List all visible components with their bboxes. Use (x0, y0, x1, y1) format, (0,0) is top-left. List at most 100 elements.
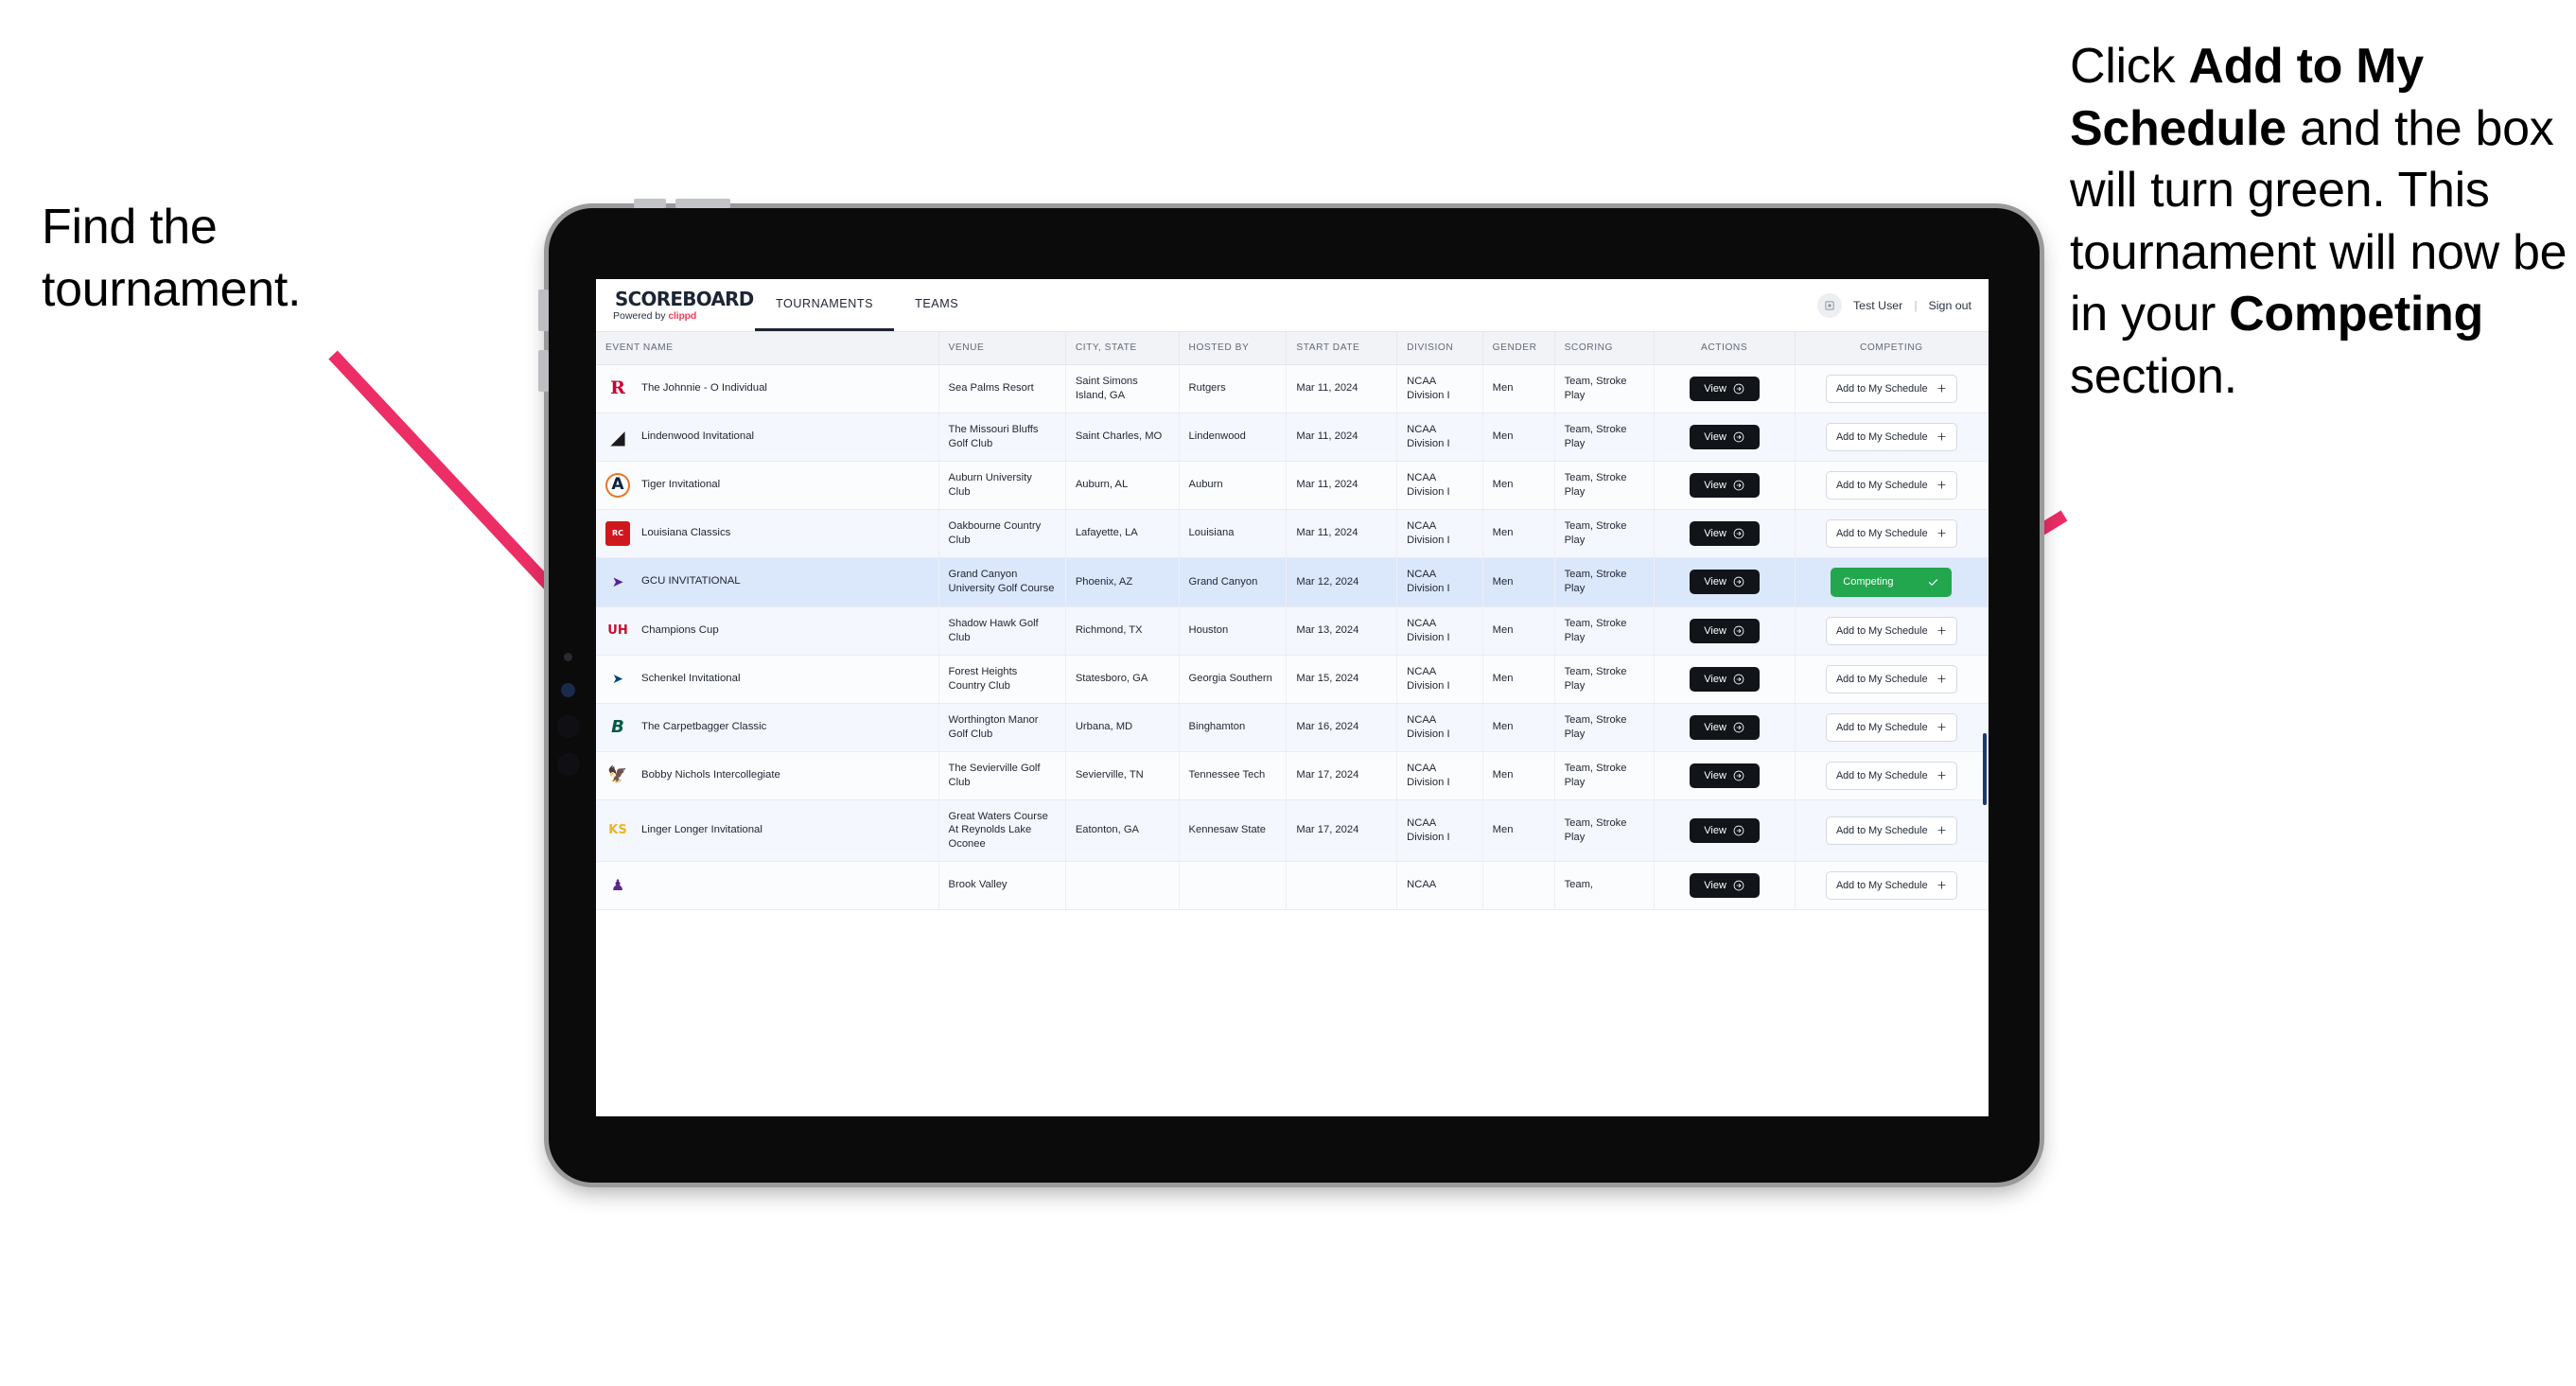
user-name[interactable]: Test User (1853, 299, 1902, 312)
device-speaker-hole-1 (557, 715, 580, 738)
cell-event-name: RC Louisiana Classics (596, 509, 939, 558)
app-screen: SCOREBOARD Powered by clippd TOURNAMENTS… (596, 279, 1989, 1116)
view-button[interactable]: View (1689, 472, 1760, 498)
cell-city-state: Auburn, AL (1065, 461, 1180, 510)
arrow-circle-right-icon (1733, 770, 1744, 781)
table-row[interactable]: ➤ Schenkel Invitational Forest Heights Cou… (596, 655, 1989, 704)
table-row[interactable]: ➤ GCU INVITATIONAL Grand Canyon University… (596, 557, 1989, 607)
cell-division: NCAA (1396, 861, 1483, 910)
table-row[interactable]: UH Champions Cup Shadow Hawk Golf Club Rich… (596, 606, 1989, 656)
view-button[interactable]: View (1689, 763, 1760, 788)
view-button[interactable]: View (1689, 618, 1760, 643)
add-to-my-schedule-button[interactable]: Add to My Schedule (1825, 712, 1957, 742)
event-name-label: The Carpetbagger Classic (641, 720, 767, 732)
view-button[interactable]: View (1689, 376, 1760, 401)
cell-venue: Sea Palms Resort (938, 364, 1066, 413)
arrow-circle-right-icon (1733, 528, 1744, 538)
cell-venue: Shadow Hawk Golf Club (938, 606, 1066, 656)
view-button[interactable]: View (1689, 424, 1760, 449)
view-button[interactable]: View (1689, 570, 1760, 594)
event-name-label: GCU INVITATIONAL (641, 575, 741, 588)
event-name-label: Linger Longer Invitational (641, 824, 762, 836)
cell-venue: The Sevierville Golf Club (938, 751, 1066, 800)
add-to-my-schedule-button[interactable]: Add to My Schedule (1825, 664, 1957, 693)
cell-venue: Great Waters Course At Reynolds Lake Oco… (938, 799, 1066, 862)
view-button-label: View (1704, 769, 1726, 781)
cell-scoring: Team, Stroke Play (1554, 412, 1655, 462)
cell-gender: Men (1482, 606, 1555, 656)
table-row[interactable]: KS Linger Longer Invitational Great Waters… (596, 799, 1989, 862)
user-separator: | (1914, 298, 1918, 312)
cell-event-name: R The Johnnie - O Individual (596, 364, 939, 413)
view-button[interactable]: View (1689, 817, 1760, 843)
view-button-label: View (1704, 430, 1726, 443)
add-to-my-schedule-button[interactable]: Add to My Schedule (1825, 422, 1957, 451)
add-to-my-schedule-button[interactable]: Add to My Schedule (1825, 518, 1957, 548)
view-button[interactable]: View (1689, 666, 1760, 692)
arrow-circle-right-icon (1733, 625, 1744, 636)
device-button-top-left[interactable] (634, 199, 666, 208)
tab-teams[interactable]: TEAMS (894, 279, 979, 331)
plus-icon (1937, 432, 1946, 441)
event-name-wrapper: KS Linger Longer Invitational (605, 818, 929, 843)
device-volume-up-button[interactable] (538, 289, 549, 331)
cell-city-state: Saint Charles, MO (1065, 412, 1180, 462)
brand-logo[interactable]: SCOREBOARD Powered by clippd (596, 279, 754, 331)
plus-icon (1937, 626, 1946, 635)
device-volume-down-button[interactable] (538, 350, 549, 392)
cell-actions: View (1654, 557, 1796, 607)
vertical-scrollbar[interactable] (1983, 733, 1987, 805)
view-button[interactable]: View (1689, 714, 1760, 740)
event-name-label: The Johnnie - O Individual (641, 381, 767, 394)
add-to-my-schedule-button[interactable]: Add to My Schedule (1825, 374, 1957, 403)
table-row[interactable]: RC Louisiana Classics Oakbourne Country Cl… (596, 509, 1989, 558)
view-button-label: View (1704, 527, 1726, 539)
view-button[interactable]: View (1689, 872, 1760, 898)
add-to-my-schedule-button[interactable]: Add to My Schedule (1825, 761, 1957, 790)
cell-gender: Men (1482, 557, 1555, 607)
arrow-circle-right-icon (1733, 383, 1744, 394)
view-button[interactable]: View (1689, 520, 1760, 546)
tab-tournaments[interactable]: TOURNAMENTS (755, 279, 895, 331)
col-gender: GENDER (1482, 332, 1555, 365)
event-name-label: Tiger Invitational (641, 478, 721, 490)
table-row[interactable]: A Tiger Invitational Auburn University Clu… (596, 461, 1989, 510)
cell-division: NCAA Division I (1396, 557, 1483, 607)
cell-start-date: Mar 17, 2024 (1286, 799, 1398, 862)
device-button-top-right[interactable] (675, 199, 730, 208)
cell-venue: Worthington Manor Golf Club (938, 703, 1066, 752)
cell-division: NCAA Division I (1396, 751, 1483, 800)
user-avatar-icon[interactable] (1816, 292, 1842, 318)
arrow-circle-right-icon (1733, 722, 1744, 732)
cell-gender: Men (1482, 509, 1555, 558)
table-row[interactable]: 🦅 Bobby Nichols Intercollegiate The Sevier… (596, 751, 1989, 800)
cell-venue: Oakbourne Country Club (938, 509, 1066, 558)
cell-venue: Brook Valley (938, 861, 1066, 910)
table-row[interactable]: ♟ Brook Valley NCAA Team, View Add to My Sche… (596, 861, 1989, 910)
device-speaker-hole-2 (557, 753, 580, 776)
cell-start-date: Mar 11, 2024 (1286, 364, 1398, 413)
cell-city-state: Richmond, TX (1065, 606, 1180, 656)
cell-start-date: Mar 12, 2024 (1286, 557, 1398, 607)
tournaments-table-container[interactable]: EVENT NAME VENUE CITY, STATE HOSTED BY S… (596, 332, 1989, 1116)
table-row[interactable]: B The Carpetbagger Classic Worthington Man… (596, 703, 1989, 752)
cell-gender: Men (1482, 461, 1555, 510)
table-row[interactable]: R The Johnnie - O Individual Sea Palms Res… (596, 364, 1989, 413)
add-to-my-schedule-button[interactable]: Add to My Schedule (1825, 470, 1957, 500)
cell-city-state: Saint Simons Island, GA (1065, 364, 1180, 413)
add-to-my-schedule-button[interactable]: Add to My Schedule (1825, 616, 1957, 645)
add-to-my-schedule-button[interactable]: Add to My Schedule (1825, 870, 1957, 900)
cell-competing: Add to My Schedule (1795, 461, 1989, 510)
cell-start-date: Mar 11, 2024 (1286, 461, 1398, 510)
add-to-my-schedule-label: Add to My Schedule (1835, 769, 1928, 781)
event-name-wrapper: ➤ GCU INVITATIONAL (605, 570, 929, 594)
cell-city-state: Lafayette, LA (1065, 509, 1180, 558)
view-button-label: View (1704, 382, 1726, 395)
competing-button[interactable]: Competing (1831, 567, 1953, 597)
cell-scoring: Team, (1554, 861, 1655, 910)
sign-out-link[interactable]: Sign out (1929, 299, 1971, 312)
grand-canyon-lopes-logo: ➤ (611, 572, 624, 590)
add-to-my-schedule-button[interactable]: Add to My Schedule (1825, 816, 1957, 845)
cell-competing: Add to My Schedule (1795, 509, 1989, 558)
table-row[interactable]: ◢ Lindenwood Invitational The Missouri Blu… (596, 412, 1989, 462)
